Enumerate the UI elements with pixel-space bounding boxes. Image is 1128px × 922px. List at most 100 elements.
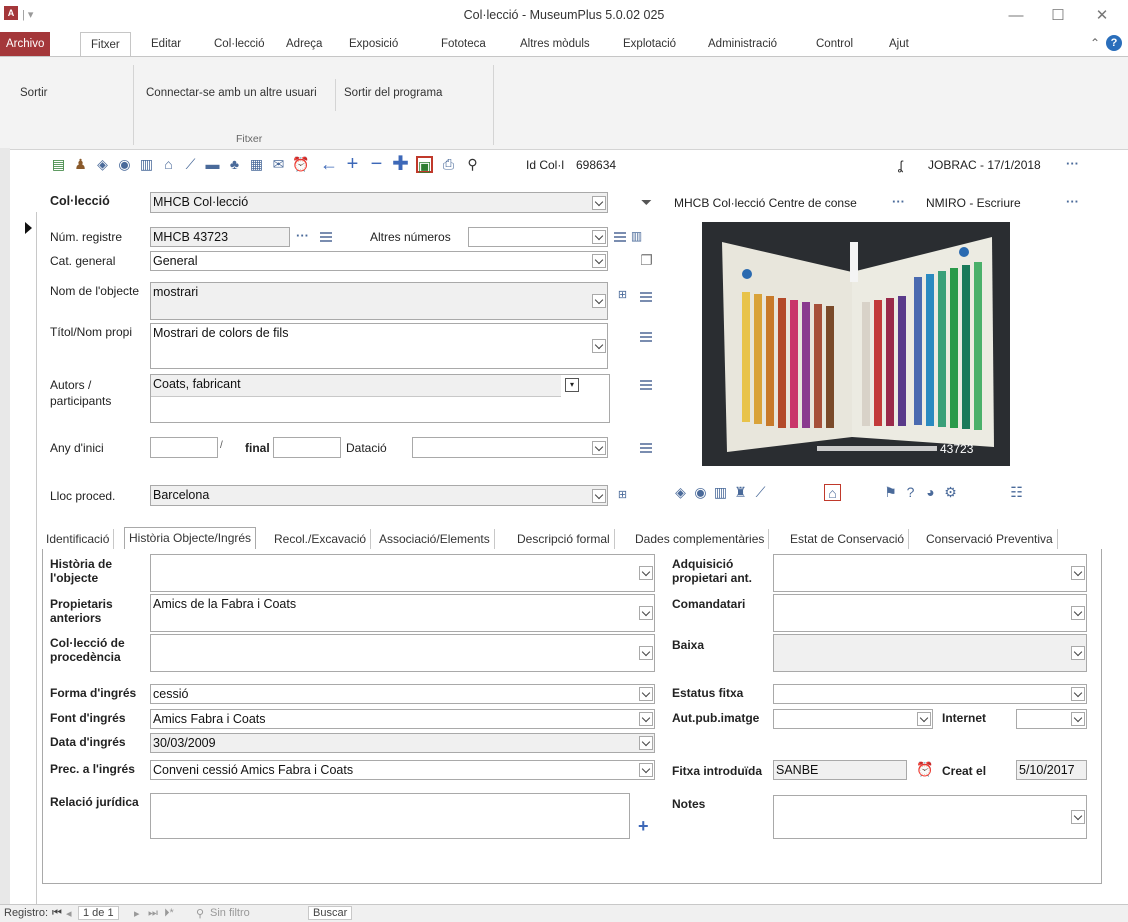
maximize-button[interactable]: ☐ xyxy=(1036,4,1080,28)
chart-icon[interactable]: ⟋ xyxy=(182,156,199,173)
binoculars-icon[interactable]: ⚲ xyxy=(464,156,481,173)
list-icon[interactable] xyxy=(320,232,332,242)
tab-colleccio[interactable]: Col·lecció xyxy=(214,32,265,56)
colleccio-procedencia-field[interactable] xyxy=(150,634,655,672)
autors-list[interactable]: Coats, fabricant ▾ xyxy=(150,374,610,423)
new-record-icon[interactable]: ⏵* xyxy=(164,907,174,920)
page-icon[interactable]: ▥ xyxy=(138,156,155,173)
sortir-button[interactable]: Sortir xyxy=(20,87,47,99)
any-final-field[interactable] xyxy=(273,437,341,458)
dropdown-arrow-icon[interactable] xyxy=(1071,712,1085,726)
home-icon[interactable]: ⌂ xyxy=(824,484,841,501)
creat-el-field[interactable]: 5/10/2017 xyxy=(1016,760,1087,780)
dropdown-arrow-icon[interactable] xyxy=(592,230,606,244)
help-icon[interactable]: ? xyxy=(1106,35,1122,51)
dropdown-arrow-icon[interactable] xyxy=(639,763,653,777)
tab-associacio-elements[interactable]: Associació/Elements xyxy=(375,529,495,549)
location-more-icon[interactable]: ··· xyxy=(892,194,905,209)
num-registre-more-icon[interactable]: ··· xyxy=(296,228,309,243)
nom-objecte-field[interactable]: mostrari xyxy=(150,282,608,320)
tab-altres-moduls[interactable]: Altres mòduls xyxy=(520,32,590,56)
dropdown-arrow-icon[interactable] xyxy=(639,646,653,660)
dropdown-arrow-icon[interactable] xyxy=(592,488,606,503)
dropdown-arrow-icon[interactable] xyxy=(592,195,606,210)
filter-icon[interactable]: ⏷ xyxy=(638,194,655,211)
more-options-icon[interactable]: ··· xyxy=(1066,156,1079,171)
next-record-icon[interactable]: ▸ xyxy=(134,907,140,920)
arrow-left-icon[interactable]: ← xyxy=(320,155,338,173)
hierarchy-icon[interactable]: ⊞ xyxy=(614,287,631,304)
dropdown-arrow-icon[interactable] xyxy=(592,440,606,455)
any-inici-field[interactable] xyxy=(150,437,218,458)
group-icon[interactable]: ♣ xyxy=(226,156,243,173)
titol-field[interactable]: Mostrari de colors de fils xyxy=(150,323,608,369)
prev-record-icon[interactable]: ◂ xyxy=(66,907,72,920)
propietaris-field[interactable]: Amics de la Fabra i Coats xyxy=(150,594,655,632)
print-icon[interactable]: ⎙ xyxy=(440,156,457,173)
shirt-icon[interactable]: ♜ xyxy=(732,484,749,501)
home-icon[interactable]: ⌂ xyxy=(160,156,177,173)
relacio-juridica-field[interactable] xyxy=(150,793,630,839)
search-box[interactable]: Buscar xyxy=(308,906,353,920)
dropdown-arrow-icon[interactable] xyxy=(639,606,653,620)
tab-recol-excavacio[interactable]: Recol./Excavació xyxy=(270,529,372,549)
connect-other-user-button[interactable]: Connectar-se amb un altre usuari xyxy=(146,87,317,99)
cat-general-select[interactable]: General xyxy=(150,251,608,271)
dropdown-arrow-icon[interactable] xyxy=(917,712,931,726)
notes-field[interactable] xyxy=(773,795,1087,839)
filter-status[interactable]: Sin filtro xyxy=(210,907,250,919)
font-ingres-select[interactable]: Amics Fabra i Coats xyxy=(150,709,655,729)
alarm-icon[interactable]: ⏰ xyxy=(292,156,309,173)
list-icon[interactable] xyxy=(640,380,652,390)
num-registre-field[interactable]: MHCB 43723 xyxy=(150,227,290,247)
lloc-select[interactable]: Barcelona xyxy=(150,485,608,506)
collection-select[interactable]: MHCB Col·lecció xyxy=(150,192,608,213)
page-icon[interactable]: ▥ xyxy=(712,484,729,501)
dropdown-arrow-icon[interactable] xyxy=(592,254,606,268)
mail-icon[interactable]: ✉ xyxy=(270,156,287,173)
plus-icon[interactable]: + xyxy=(344,154,361,174)
barcode-icon[interactable]: ▥ xyxy=(628,228,645,245)
tab-exposicio[interactable]: Exposició xyxy=(349,32,398,56)
flag-icon[interactable]: ⚑ xyxy=(882,484,899,501)
estatus-fitxa-select[interactable] xyxy=(773,684,1087,704)
dropdown-arrow-icon[interactable] xyxy=(1071,606,1085,620)
exit-program-button[interactable]: Sortir del programa xyxy=(344,87,442,99)
tab-fitxer[interactable]: Fitxer xyxy=(80,32,131,56)
eye-icon[interactable]: ◉ xyxy=(116,156,133,173)
eye-icon[interactable]: ◉ xyxy=(692,484,709,501)
add-icon[interactable]: + xyxy=(638,816,649,837)
forma-ingres-select[interactable]: cessió xyxy=(150,684,655,704)
dropdown-arrow-icon[interactable] xyxy=(1071,687,1085,701)
comandatari-field[interactable] xyxy=(773,594,1087,632)
permission-more-icon[interactable]: ··· xyxy=(1066,194,1079,209)
dropdown-arrow-icon[interactable] xyxy=(592,294,606,308)
tab-identificacio[interactable]: Identificació xyxy=(42,529,115,549)
datacio-select[interactable] xyxy=(412,437,608,458)
adquisicio-field[interactable] xyxy=(773,554,1087,592)
list-icon[interactable] xyxy=(640,292,652,302)
eraser-icon[interactable]: ◈ xyxy=(94,156,111,173)
list-view-icon[interactable]: ☷ xyxy=(1008,484,1025,501)
dropdown-arrow-icon[interactable] xyxy=(639,712,653,726)
aut-pub-imatge-select[interactable] xyxy=(773,709,933,729)
calendar-icon[interactable]: ▦ xyxy=(248,156,265,173)
alarm-clock-icon[interactable]: ⏰ xyxy=(916,761,933,778)
person-icon[interactable]: ♟ xyxy=(72,156,89,173)
dropdown-arrow-icon[interactable] xyxy=(639,566,653,580)
dropdown-arrow-icon[interactable] xyxy=(639,687,653,701)
collapse-ribbon-icon[interactable]: ⌃ xyxy=(1090,36,1100,50)
list-icon[interactable] xyxy=(640,332,652,342)
tab-historia-objecte[interactable]: Història Objecte/Ingrés xyxy=(124,527,257,550)
tab-control[interactable]: Control xyxy=(816,32,853,56)
dropdown-arrow-icon[interactable] xyxy=(1071,810,1085,824)
tab-estat-conservacio[interactable]: Estat de Conservació xyxy=(786,529,910,549)
close-button[interactable]: ✕ xyxy=(1080,4,1124,28)
minus-icon[interactable]: − xyxy=(368,154,385,174)
tab-explotacio[interactable]: Explotació xyxy=(623,32,676,56)
altres-numeros-select[interactable] xyxy=(468,227,608,247)
dropdown-arrow-icon[interactable] xyxy=(1071,646,1085,660)
list-icon[interactable] xyxy=(614,232,626,242)
autor-entry[interactable]: Coats, fabricant xyxy=(151,375,561,397)
hierarchy-icon[interactable]: ⊞ xyxy=(614,487,631,504)
